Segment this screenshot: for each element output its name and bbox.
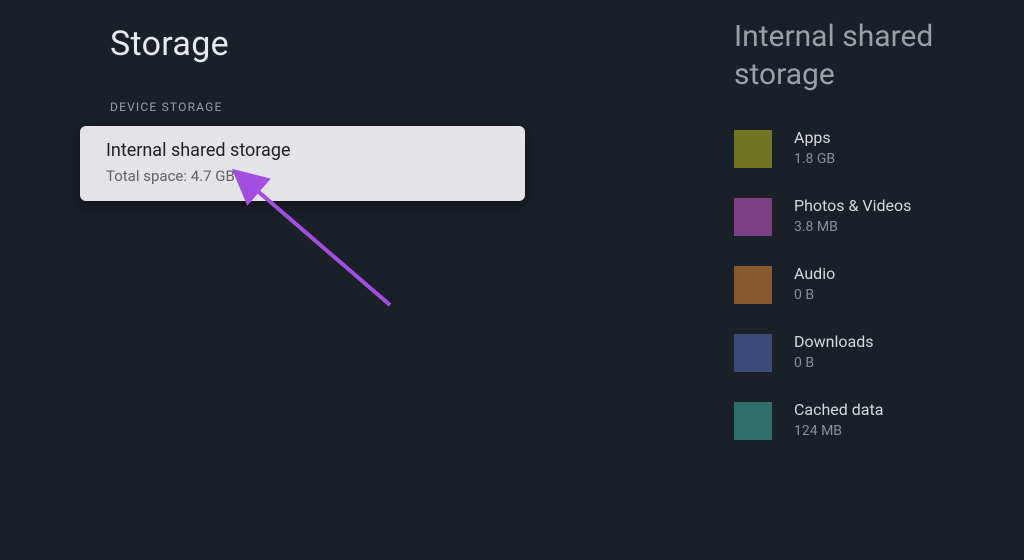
category-label: Photos & Videos (794, 196, 911, 215)
category-size: 1.8 GB (794, 151, 835, 167)
category-swatch (734, 130, 772, 168)
section-header-device-storage: DEVICE STORAGE (110, 100, 640, 114)
category-label: Apps (794, 128, 835, 147)
internal-storage-card[interactable]: Internal shared storage Total space: 4.7… (80, 126, 525, 201)
category-row[interactable]: Downloads 0 B (734, 332, 1024, 372)
page-title: Storage (110, 24, 640, 64)
category-size: 124 MB (794, 423, 883, 439)
storage-card-subtitle: Total space: 4.7 GB (106, 167, 499, 185)
category-swatch (734, 334, 772, 372)
category-row[interactable]: Audio 0 B (734, 264, 1024, 304)
category-swatch (734, 266, 772, 304)
category-swatch (734, 402, 772, 440)
category-size: 3.8 MB (794, 219, 911, 235)
category-size: 0 B (794, 287, 835, 303)
category-size: 0 B (794, 355, 873, 371)
category-label: Downloads (794, 332, 873, 351)
detail-title: Internal shared storage (734, 18, 1024, 94)
storage-card-title: Internal shared storage (106, 140, 499, 161)
left-panel: Storage DEVICE STORAGE Internal shared s… (0, 0, 640, 201)
category-row[interactable]: Apps 1.8 GB (734, 128, 1024, 168)
category-row[interactable]: Photos & Videos 3.8 MB (734, 196, 1024, 236)
category-label: Cached data (794, 400, 883, 419)
right-panel: Internal shared storage Apps 1.8 GB Phot… (734, 18, 1024, 468)
category-swatch (734, 198, 772, 236)
category-row[interactable]: Cached data 124 MB (734, 400, 1024, 440)
category-label: Audio (794, 264, 835, 283)
